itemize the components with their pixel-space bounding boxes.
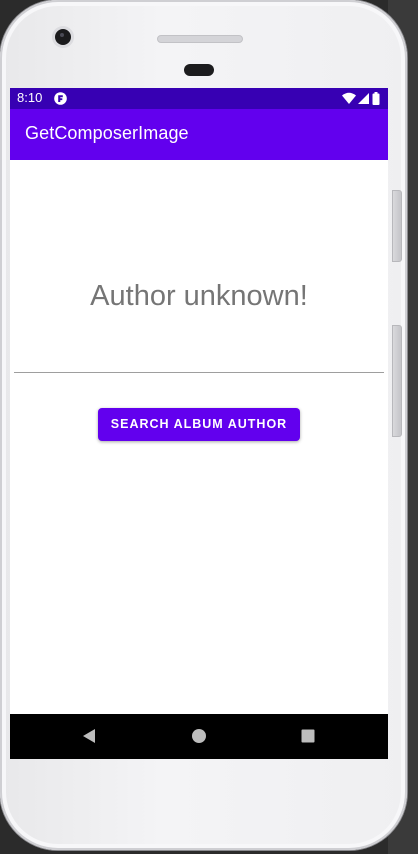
earpiece-speaker	[157, 35, 243, 43]
back-icon[interactable]	[82, 728, 96, 744]
home-icon[interactable]	[191, 728, 207, 744]
main-content: Author unknown! SEARCH ALBUM AUTHOR	[10, 160, 388, 714]
divider	[14, 372, 384, 373]
app-title: GetComposerImage	[25, 123, 189, 143]
app-bar: GetComposerImage	[10, 109, 388, 160]
status-time: 8:10	[17, 90, 43, 105]
volume-button	[392, 190, 402, 262]
search-album-author-button[interactable]: SEARCH ALBUM AUTHOR	[98, 408, 300, 441]
app-notification-icon	[54, 92, 67, 105]
power-button	[392, 325, 402, 437]
phone-frame: 8:10 GetComposerImage Author unknown! SE…	[0, 0, 407, 850]
author-text: Author unknown!	[90, 280, 308, 312]
status-icons	[340, 92, 380, 105]
front-camera-icon	[55, 29, 71, 45]
status-bar: 8:10	[10, 88, 388, 109]
battery-icon	[372, 92, 380, 105]
signal-icon	[358, 93, 369, 104]
proximity-sensor	[184, 64, 214, 76]
navigation-bar	[10, 714, 388, 759]
device-screen: 8:10 GetComposerImage Author unknown! SE…	[10, 88, 388, 759]
recents-icon[interactable]	[301, 728, 315, 744]
wifi-icon	[342, 92, 356, 104]
